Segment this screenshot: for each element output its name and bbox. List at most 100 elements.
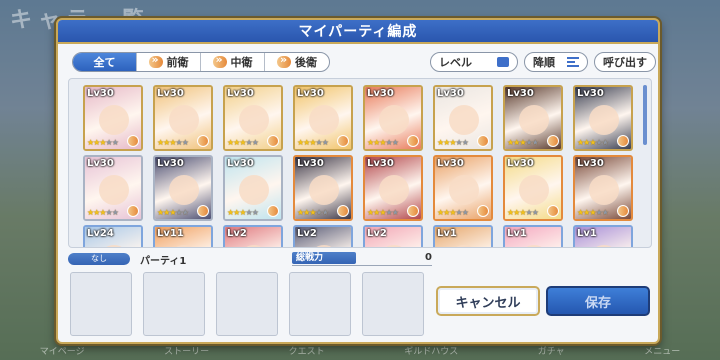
party-slot[interactable]: [216, 272, 278, 336]
position-icon: [337, 205, 349, 217]
character-card[interactable]: Lv2★★★★★: [293, 225, 353, 247]
character-level: Lv30: [507, 158, 534, 169]
star-icon: ★: [321, 208, 329, 217]
character-card[interactable]: Lv30 ★★★★★: [573, 85, 633, 151]
party-slot[interactable]: [143, 272, 205, 336]
character-card[interactable]: Lv30 ★★★★★: [293, 85, 353, 151]
character-level: Lv30: [507, 88, 534, 99]
rarity-stars: ★★★★★: [227, 208, 259, 217]
party-slot[interactable]: [362, 272, 424, 336]
character-face: [589, 245, 619, 247]
character-face: [519, 245, 549, 247]
position-icon: [267, 135, 279, 147]
character-level: Lv30: [577, 158, 604, 169]
character-card[interactable]: Lv30 ★★★★★: [433, 155, 493, 221]
party-slot[interactable]: [289, 272, 351, 336]
character-card[interactable]: Lv30 ★★★★★: [153, 155, 213, 221]
filter-tab[interactable]: 後衛: [265, 53, 329, 71]
descending-order-label: 降順: [533, 56, 555, 69]
descending-order-button[interactable]: 降順: [524, 52, 588, 72]
character-card[interactable]: Lv30 ★★★★★: [503, 85, 563, 151]
character-card[interactable]: Lv30 ★★★★★: [503, 155, 563, 221]
character-level: Lv30: [367, 88, 394, 99]
character-face: [169, 105, 199, 135]
star-icon: ★: [251, 138, 259, 147]
save-button[interactable]: 保存: [546, 286, 650, 316]
call-party-button[interactable]: 呼び出す: [594, 52, 656, 72]
filter-tab-label: 中衛: [230, 56, 253, 69]
level-sort-button[interactable]: レベル: [430, 52, 518, 72]
rarity-stars: ★★★★★: [437, 138, 469, 147]
grid-scrollbar[interactable]: [643, 85, 647, 145]
rarity-stars: ★★★★★: [577, 208, 609, 217]
character-card[interactable]: Lv30 ★★★★★: [223, 155, 283, 221]
character-face: [589, 175, 619, 205]
character-card[interactable]: Lv30 ★★★★★: [433, 85, 493, 151]
rarity-stars: ★★★★★: [157, 138, 189, 147]
position-icon: [197, 135, 209, 147]
character-level: Lv1: [507, 228, 527, 239]
background-nav-item: ストーリー: [164, 347, 210, 357]
dialog-title: マイパーティ編成: [58, 20, 658, 44]
character-card[interactable]: Lv30 ★★★★★: [363, 85, 423, 151]
position-icon: [127, 205, 139, 217]
character-card[interactable]: Lv2★★★★★: [223, 225, 283, 247]
position-icon: [337, 135, 349, 147]
filter-tab-label: 全て: [93, 56, 116, 69]
character-card[interactable]: Lv30 ★★★★★: [153, 85, 213, 151]
position-icon: [547, 205, 559, 217]
star-icon: ★: [181, 208, 189, 217]
star-icon: ★: [111, 138, 119, 147]
position-icon: [617, 205, 629, 217]
character-card[interactable]: Lv30 ★★★★★: [293, 155, 353, 221]
character-card[interactable]: Lv30 ★★★★★: [223, 85, 283, 151]
star-icon: ★: [461, 138, 469, 147]
character-level: Lv30: [297, 88, 324, 99]
party-none-badge: なし: [68, 253, 130, 265]
character-face: [239, 105, 269, 135]
character-card[interactable]: Lv30 ★★★★★: [83, 155, 143, 221]
background-nav-item: クエスト: [288, 347, 325, 357]
character-card[interactable]: Lv30 ★★★★★: [573, 155, 633, 221]
character-level: Lv30: [227, 158, 254, 169]
character-card[interactable]: Lv2★★★★★: [363, 225, 423, 247]
rarity-stars: ★★★★★: [227, 138, 259, 147]
call-party-label: 呼び出す: [603, 56, 647, 69]
toolbar: 全て 前衛 中衛 後衛 レベル 降順 呼び出す: [72, 52, 656, 72]
rarity-stars: ★★★★★: [87, 138, 119, 147]
filter-tab[interactable]: 前衛: [137, 53, 201, 71]
rarity-stars: ★★★★★: [577, 138, 609, 147]
character-face: [169, 245, 199, 247]
character-card[interactable]: Lv1★★★★★: [573, 225, 633, 247]
character-face: [239, 245, 269, 247]
character-level: Lv1: [437, 228, 457, 239]
character-level: Lv30: [157, 158, 184, 169]
character-card[interactable]: Lv30 ★★★★★: [363, 155, 423, 221]
star-icon: ★: [251, 208, 259, 217]
rarity-stars: ★★★★★: [507, 208, 539, 217]
total-power-value: 0: [425, 252, 432, 263]
cancel-button[interactable]: キャンセル: [436, 286, 540, 316]
rarity-stars: ★★★★★: [157, 208, 189, 217]
character-face: [519, 175, 549, 205]
total-power: 総戦力 0: [292, 252, 432, 266]
character-card[interactable]: Lv24★★★★★: [83, 225, 143, 247]
filter-tab[interactable]: 全て: [73, 53, 137, 71]
party-slot[interactable]: [70, 272, 132, 336]
character-face: [449, 245, 479, 247]
character-face: [99, 175, 129, 205]
background-nav-item: ギルドハウス: [404, 347, 459, 357]
character-card[interactable]: Lv1★★★★★: [433, 225, 493, 247]
background-nav-item: ガチャ: [537, 347, 565, 357]
position-filter-tabs: 全て 前衛 中衛 後衛: [72, 52, 330, 72]
character-level: Lv24: [87, 228, 114, 239]
star-icon: ★: [531, 138, 539, 147]
character-face: [449, 105, 479, 135]
star-icon: ★: [391, 208, 399, 217]
filter-tab[interactable]: 中衛: [201, 53, 265, 71]
character-card[interactable]: Lv1★★★★★: [503, 225, 563, 247]
character-card[interactable]: Lv30 ★★★★★: [83, 85, 143, 151]
character-level: Lv30: [87, 158, 114, 169]
character-card[interactable]: Lv11★★★★★: [153, 225, 213, 247]
character-face: [379, 245, 409, 247]
